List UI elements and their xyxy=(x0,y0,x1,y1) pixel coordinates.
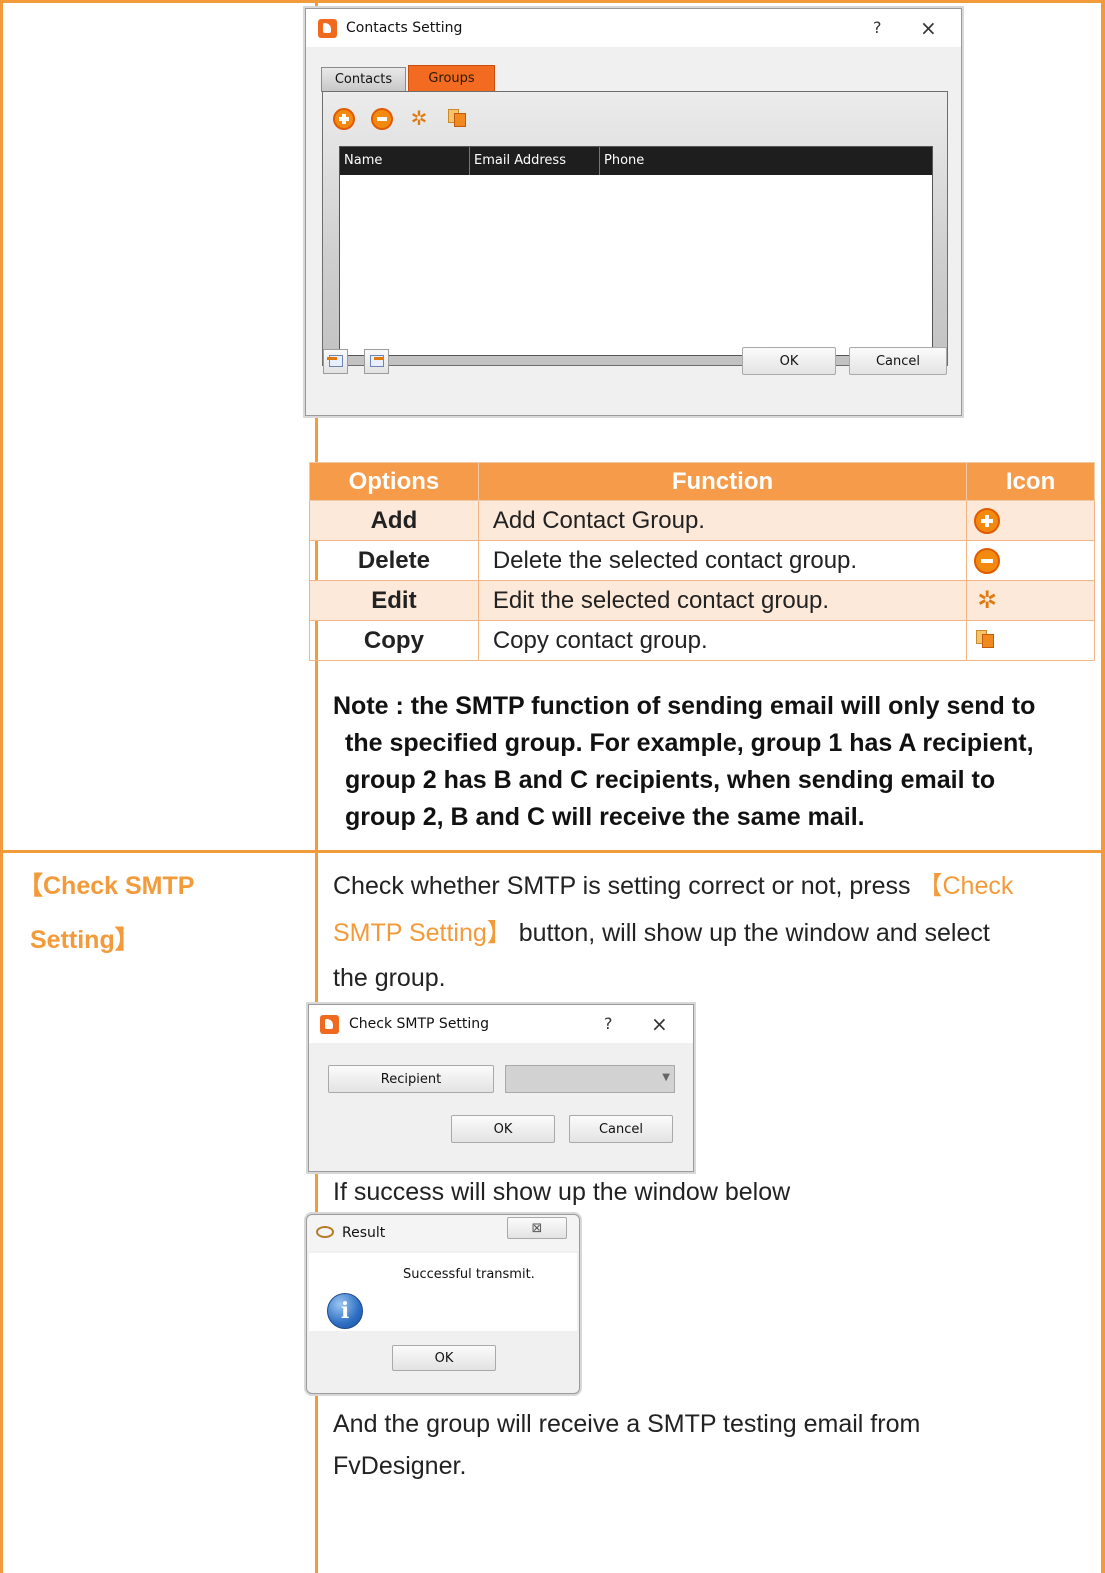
desc-text: Check whether SMTP is setting correct or… xyxy=(333,872,911,900)
option-edit: Edit xyxy=(309,580,479,621)
column-name[interactable]: Name xyxy=(340,147,470,175)
table-row: Add Add Contact Group. xyxy=(309,500,1095,541)
note-line: the specified group. For example, group … xyxy=(345,729,1034,757)
tab-contacts[interactable]: Contacts xyxy=(321,67,406,92)
option-copy: Copy xyxy=(309,620,479,661)
column-phone[interactable]: Phone xyxy=(600,147,934,175)
column-email[interactable]: Email Address xyxy=(470,147,600,175)
add-icon[interactable] xyxy=(333,108,355,130)
delete-icon[interactable] xyxy=(371,108,393,130)
desc-highlight: SMTP Setting】 xyxy=(333,919,512,947)
final-line: FvDesigner. xyxy=(333,1452,467,1480)
copy-icon xyxy=(974,628,1000,654)
dialog-titlebar: Result ⊠ xyxy=(307,1215,579,1251)
close-button[interactable]: × xyxy=(920,16,937,40)
check-smtp-description: Check whether SMTP is setting correct or… xyxy=(333,866,1098,994)
tab-groups[interactable]: Groups xyxy=(408,65,495,92)
dialog-title: Contacts Setting xyxy=(346,20,463,36)
desc-text: button, will show up the window and sele… xyxy=(511,919,990,947)
desc-highlight: 【Check xyxy=(917,872,1014,900)
delete-icon xyxy=(974,548,1001,574)
dialog-title: Result xyxy=(342,1225,386,1241)
option-add: Add xyxy=(309,500,479,541)
result-message: Successful transmit. xyxy=(403,1267,535,1282)
header-icon: Icon xyxy=(966,462,1095,501)
function-copy: Copy contact group. xyxy=(477,620,968,661)
table-border-left xyxy=(0,0,3,1573)
note-paragraph: Note : the SMTP function of sending emai… xyxy=(333,688,1103,836)
note-line: group 2 has B and C recipients, when sen… xyxy=(345,766,996,794)
groups-panel: ✲ Name Email Address Phone xyxy=(322,91,948,366)
options-table: Options Function Icon Add Add Contact Gr… xyxy=(309,462,1095,661)
table-border-top xyxy=(0,0,1105,3)
function-edit: Edit the selected contact group. xyxy=(477,580,968,621)
table-row: Delete Delete the selected contact group… xyxy=(309,540,1095,581)
dialog-title: Check SMTP Setting xyxy=(349,1016,490,1032)
note-line: group 2, B and C will receive the same m… xyxy=(345,803,865,831)
document-page: Contacts Setting ? × Contacts Groups ✲ N… xyxy=(0,0,1105,1573)
groups-list-grid[interactable]: Name Email Address Phone xyxy=(339,146,933,356)
help-button[interactable]: ? xyxy=(873,18,882,37)
option-delete: Delete xyxy=(309,540,479,581)
copy-icon[interactable] xyxy=(446,107,468,129)
ok-button[interactable]: OK xyxy=(392,1345,496,1371)
recipient-button[interactable]: Recipient xyxy=(328,1065,494,1093)
export-icon[interactable] xyxy=(364,349,389,374)
close-button[interactable]: × xyxy=(651,1012,668,1036)
final-line: And the group will receive a SMTP testin… xyxy=(333,1410,921,1438)
app-logo-icon xyxy=(318,19,337,38)
ok-button[interactable]: OK xyxy=(451,1115,555,1143)
note-line: Note : the SMTP function of sending emai… xyxy=(333,692,1036,720)
info-icon: i xyxy=(327,1293,363,1329)
function-add: Add Contact Group. xyxy=(477,500,968,541)
check-smtp-label: 【Check SMTP Setting】 xyxy=(18,866,194,956)
label-line: Setting】 xyxy=(30,926,140,954)
options-table-header: Options Function Icon xyxy=(309,462,1095,501)
function-delete: Delete the selected contact group. xyxy=(477,540,968,581)
dialog-titlebar: Check SMTP Setting ? × xyxy=(309,1005,693,1043)
success-text: If success will show up the window below xyxy=(333,1178,791,1206)
cancel-button[interactable]: Cancel xyxy=(849,347,947,375)
label-line: 【Check SMTP xyxy=(18,872,195,900)
help-button[interactable]: ? xyxy=(604,1014,613,1033)
cancel-button[interactable]: Cancel xyxy=(569,1115,673,1143)
chevron-down-icon: ▼ xyxy=(662,1072,670,1083)
grid-header: Name Email Address Phone xyxy=(340,147,932,175)
add-icon xyxy=(974,508,1001,534)
check-smtp-dialog: Check SMTP Setting ? × Recipient ▼ OK Ca… xyxy=(308,1004,694,1172)
final-paragraph: And the group will receive a SMTP testin… xyxy=(333,1403,920,1487)
import-icon[interactable] xyxy=(323,349,348,374)
edit-gear-icon: ✲ xyxy=(977,587,998,614)
group-select[interactable]: ▼ xyxy=(505,1065,675,1093)
contacts-setting-dialog: Contacts Setting ? × Contacts Groups ✲ N… xyxy=(305,8,962,416)
close-button[interactable]: ⊠ xyxy=(507,1217,567,1239)
table-row: Edit Edit the selected contact group. ✲ xyxy=(309,580,1095,621)
header-options: Options xyxy=(309,462,479,501)
result-dialog: Result ⊠ i Successful transmit. OK xyxy=(306,1214,580,1394)
desc-text: the group. xyxy=(333,964,446,992)
edit-gear-icon[interactable]: ✲ xyxy=(408,107,430,129)
app-logo-icon xyxy=(320,1015,339,1034)
table-border-row xyxy=(0,850,1105,853)
header-function: Function xyxy=(477,462,968,501)
dialog-titlebar: Contacts Setting ? × xyxy=(306,9,961,47)
ok-button[interactable]: OK xyxy=(742,347,836,375)
table-row: Copy Copy contact group. xyxy=(309,620,1095,661)
chat-bubble-icon xyxy=(316,1226,334,1238)
